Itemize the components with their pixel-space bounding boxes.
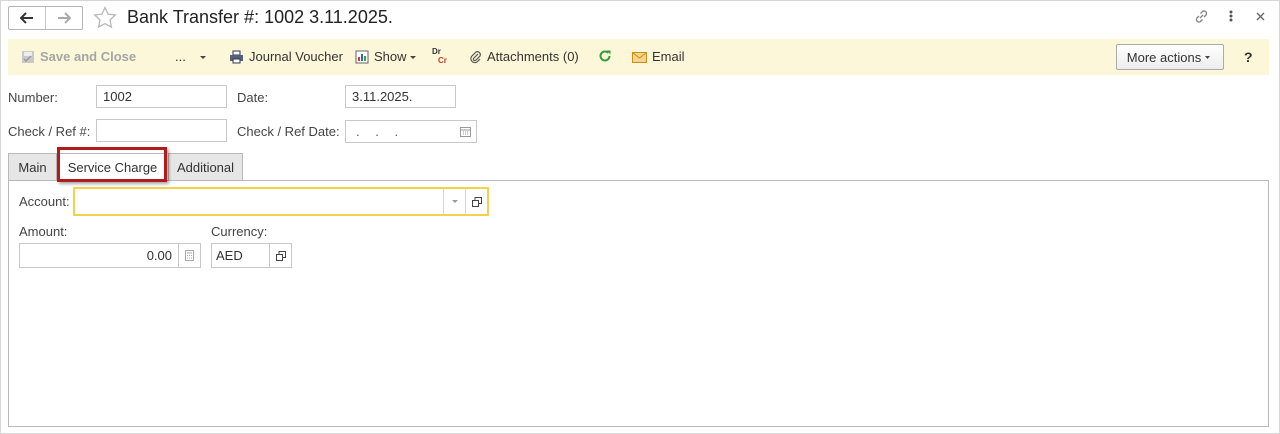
currency-label: Currency:	[211, 224, 268, 239]
check-ref-label: Check / Ref #:	[8, 124, 91, 139]
open-window-icon	[275, 250, 286, 261]
save-and-close-label: Save and Close	[40, 49, 137, 64]
save-icon	[22, 51, 34, 63]
account-open-button[interactable]	[465, 189, 488, 214]
calendar-icon	[460, 127, 471, 137]
check-ref-date-placeholder: . . .	[356, 124, 405, 139]
email-button[interactable]: Email	[632, 49, 685, 65]
check-ref-input[interactable]	[96, 119, 227, 142]
tab-service-charge[interactable]: Service Charge	[59, 153, 166, 181]
tab-additional[interactable]: Additional	[168, 153, 243, 180]
amount-input[interactable]	[19, 243, 179, 268]
navigation-buttons	[8, 6, 83, 30]
date-input[interactable]	[345, 85, 456, 108]
caret-down-icon	[1205, 56, 1211, 59]
calendar-button[interactable]	[455, 120, 477, 143]
paperclip-icon	[470, 51, 481, 64]
number-input[interactable]	[96, 85, 227, 108]
check-ref-date-label: Check / Ref Date:	[237, 124, 340, 139]
page-title: Bank Transfer #: 1002 3.11.2025.	[127, 7, 393, 27]
link-icon[interactable]	[1193, 8, 1210, 28]
journal-voucher-label: Journal Voucher	[249, 49, 343, 64]
close-icon[interactable]	[1254, 8, 1268, 27]
caret-down-icon	[199, 56, 206, 59]
back-button[interactable]	[9, 7, 45, 29]
more-commands-button[interactable]: ...	[175, 49, 210, 65]
caret-down-icon	[409, 56, 416, 59]
account-label: Account:	[19, 194, 70, 209]
more-actions-label: More actions	[1126, 49, 1202, 65]
number-label: Number:	[8, 90, 58, 105]
envelope-icon	[632, 51, 647, 63]
date-label: Date:	[237, 90, 269, 105]
arrow-left-icon	[20, 12, 33, 24]
amount-label: Amount:	[19, 224, 68, 239]
cr-label: Cr	[438, 56, 447, 65]
refresh-icon	[599, 50, 611, 62]
favorite-star-icon[interactable]	[93, 5, 117, 32]
calculator-button[interactable]	[179, 243, 201, 268]
calculator-icon	[185, 250, 194, 261]
forward-button[interactable]	[45, 7, 82, 29]
attachments-button[interactable]: Attachments (0)	[469, 49, 579, 65]
caret-down-icon	[452, 199, 458, 203]
refresh-button[interactable]	[598, 49, 617, 63]
show-menu-button[interactable]: Show	[355, 49, 417, 65]
attachments-label: Attachments (0)	[487, 49, 579, 64]
more-actions-button[interactable]: More actions	[1116, 44, 1224, 70]
email-label: Email	[652, 49, 685, 64]
dr-label: Dr	[432, 47, 441, 56]
currency-open-button[interactable]	[270, 243, 292, 268]
printer-icon	[230, 50, 243, 64]
command-bar: Save and Close ... Journal Voucher Show …	[8, 39, 1269, 75]
service-charge-panel	[8, 180, 1269, 427]
arrow-right-icon	[58, 12, 71, 24]
journal-voucher-button[interactable]: Journal Voucher	[229, 49, 343, 65]
show-label: Show	[374, 49, 407, 64]
help-button[interactable]: ?	[1244, 49, 1253, 65]
report-icon	[355, 50, 369, 64]
more-dots-label: ...	[175, 49, 186, 64]
kebab-menu-icon[interactable]	[1226, 8, 1236, 27]
account-dropdown-button[interactable]	[443, 189, 466, 214]
currency-input[interactable]	[211, 243, 270, 268]
save-and-close-button[interactable]: Save and Close	[21, 49, 136, 65]
dr-cr-button[interactable]: Dr Cr	[432, 47, 447, 65]
open-window-icon	[472, 196, 482, 207]
tab-main[interactable]: Main	[8, 153, 57, 180]
account-field[interactable]	[73, 187, 489, 216]
